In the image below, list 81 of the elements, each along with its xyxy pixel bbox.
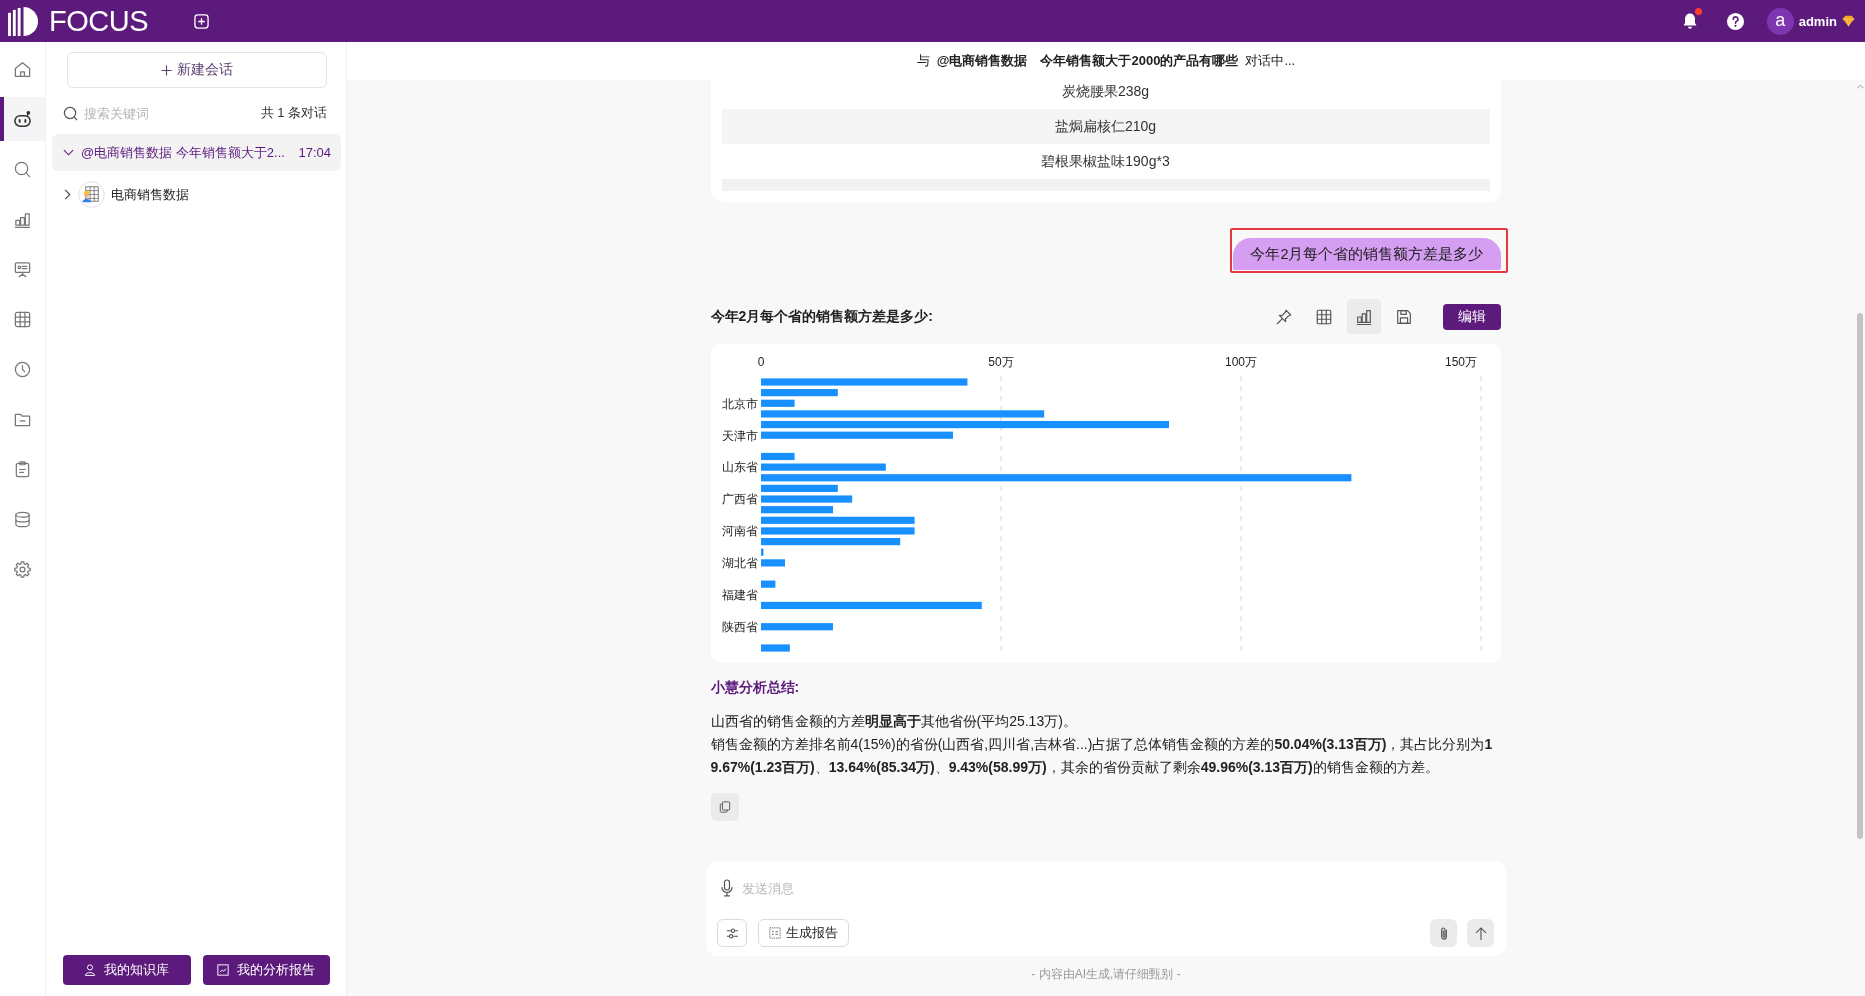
chat-status: 对话中...	[1245, 52, 1296, 70]
search-icon	[63, 105, 78, 121]
user-avatar[interactable]: a	[1766, 7, 1794, 35]
axis-tick-label: 150万	[1444, 355, 1477, 369]
knowledge-base-button[interactable]: 我的知识库	[63, 955, 191, 985]
bar-chart-icon	[1354, 307, 1373, 326]
bar	[760, 548, 763, 556]
edit-button[interactable]: 编辑	[1442, 303, 1501, 330]
axis-tick-label: 0	[757, 355, 764, 369]
user-name[interactable]: admin	[1798, 13, 1837, 29]
category-label: 陕西省	[721, 620, 758, 634]
conversation-title: @电商销售数据 今年销售额大于2...	[81, 143, 285, 162]
header-prefix: 与	[916, 52, 930, 70]
answer-title: 今年2月每个省的销售额方差是多少:	[710, 307, 933, 326]
add-tab-icon[interactable]	[194, 13, 209, 29]
conversation-item[interactable]: @电商销售数据 今年销售额大于2... 17:04	[52, 134, 341, 171]
report-icon	[769, 927, 781, 939]
robot-icon	[13, 109, 32, 129]
axis-tick-label: 100万	[1224, 355, 1257, 369]
send-button[interactable]	[1467, 919, 1494, 947]
generate-report-button[interactable]: 生成报告	[758, 919, 849, 947]
clipboard-icon	[13, 459, 32, 479]
report-icon	[217, 964, 230, 976]
dataset-name[interactable]: 电商销售数据	[111, 185, 189, 204]
table-cell: 盐焗扁核仁210g	[721, 109, 1490, 144]
grid-icon	[13, 309, 32, 329]
home-icon	[13, 59, 32, 79]
table-cell-text: 炭烧腰果238g	[1060, 81, 1151, 101]
spreadsheet-person-icon	[78, 181, 105, 208]
bar	[760, 399, 795, 407]
copy-icon	[718, 801, 731, 813]
category-label: 天津市	[721, 428, 758, 443]
conversation-time: 17:04	[298, 145, 331, 160]
gem-icon	[1842, 15, 1855, 27]
pin-icon	[1274, 307, 1293, 326]
help-icon[interactable]	[1725, 11, 1745, 31]
summary-title: 小慧分析总结:	[710, 678, 801, 696]
table-cell-text: 碧根果椒盐味190g*3	[1040, 151, 1171, 171]
summary-paragraph: 销售金额的方差排名前4(15%)的省份(山西省,四川省,吉林省...)占据了总体销售金额的方差的50.04%(3.13百万)，其占比分别为19.67%(1.23百万)、13.64%(85.34万)、9.43%(58.99万)，其余的省份贡献了剩余49.96%(3.13百万)的销售金额的方差。	[710, 735, 1494, 777]
bar	[760, 452, 795, 461]
disclaimer-text: - 内容由AI生成,请仔细甄别 -	[1031, 967, 1181, 981]
options-button[interactable]	[717, 919, 747, 947]
bar	[760, 644, 790, 652]
bar	[760, 580, 775, 588]
search-icon	[13, 159, 32, 179]
chevron-down-icon[interactable]	[63, 147, 74, 158]
app-name: FOCUS	[49, 6, 148, 36]
summary-paragraph: 山西省的销售金额的方差明显高于其他省份(平均25.13万)。	[710, 712, 1078, 731]
microphone-icon[interactable]	[721, 879, 733, 897]
bar	[760, 559, 785, 567]
new-chat-button[interactable]: 新建会话	[67, 52, 327, 88]
copy-button[interactable]	[710, 793, 739, 821]
grid-icon	[1314, 307, 1333, 326]
category-label: 山东省	[721, 460, 758, 475]
question-title: 今年销售额大于2000的产品有哪些	[1040, 52, 1239, 70]
nav-button[interactable]	[0, 97, 45, 141]
database-icon	[13, 509, 32, 529]
category-label: 福建省	[721, 588, 758, 603]
category-label: 河南省	[721, 524, 758, 539]
conversation-count: 共 1 条对话	[260, 104, 327, 122]
axis-tick-label: 50万	[987, 355, 1014, 369]
plus-icon	[161, 64, 172, 76]
arrow-up-icon	[1474, 925, 1487, 941]
category-label: 北京市	[721, 396, 758, 411]
dataset-tag: @电商销售数据	[936, 52, 1028, 70]
category-label: 广西省	[721, 492, 758, 507]
view-toggle-button[interactable]	[1346, 299, 1381, 334]
settings-icon	[13, 559, 32, 579]
scrollbar-thumb[interactable]	[1857, 313, 1863, 839]
chevron-right-icon[interactable]	[62, 189, 73, 200]
clock-icon	[13, 359, 32, 379]
message-input[interactable]: 发送消息	[742, 880, 1494, 896]
person-icon	[84, 964, 97, 976]
user-message: 今年2月每个省的销售额方差是多少	[1233, 238, 1501, 270]
attach-button[interactable]	[1430, 919, 1457, 947]
analysis-reports-button[interactable]: 我的分析报告	[202, 955, 330, 985]
search-field[interactable]: 搜索关键词	[78, 105, 261, 121]
sliders-icon	[725, 926, 739, 940]
logo-icon	[8, 6, 39, 36]
category-label: 湖北省	[721, 556, 758, 571]
presentation-board-icon	[13, 259, 32, 279]
